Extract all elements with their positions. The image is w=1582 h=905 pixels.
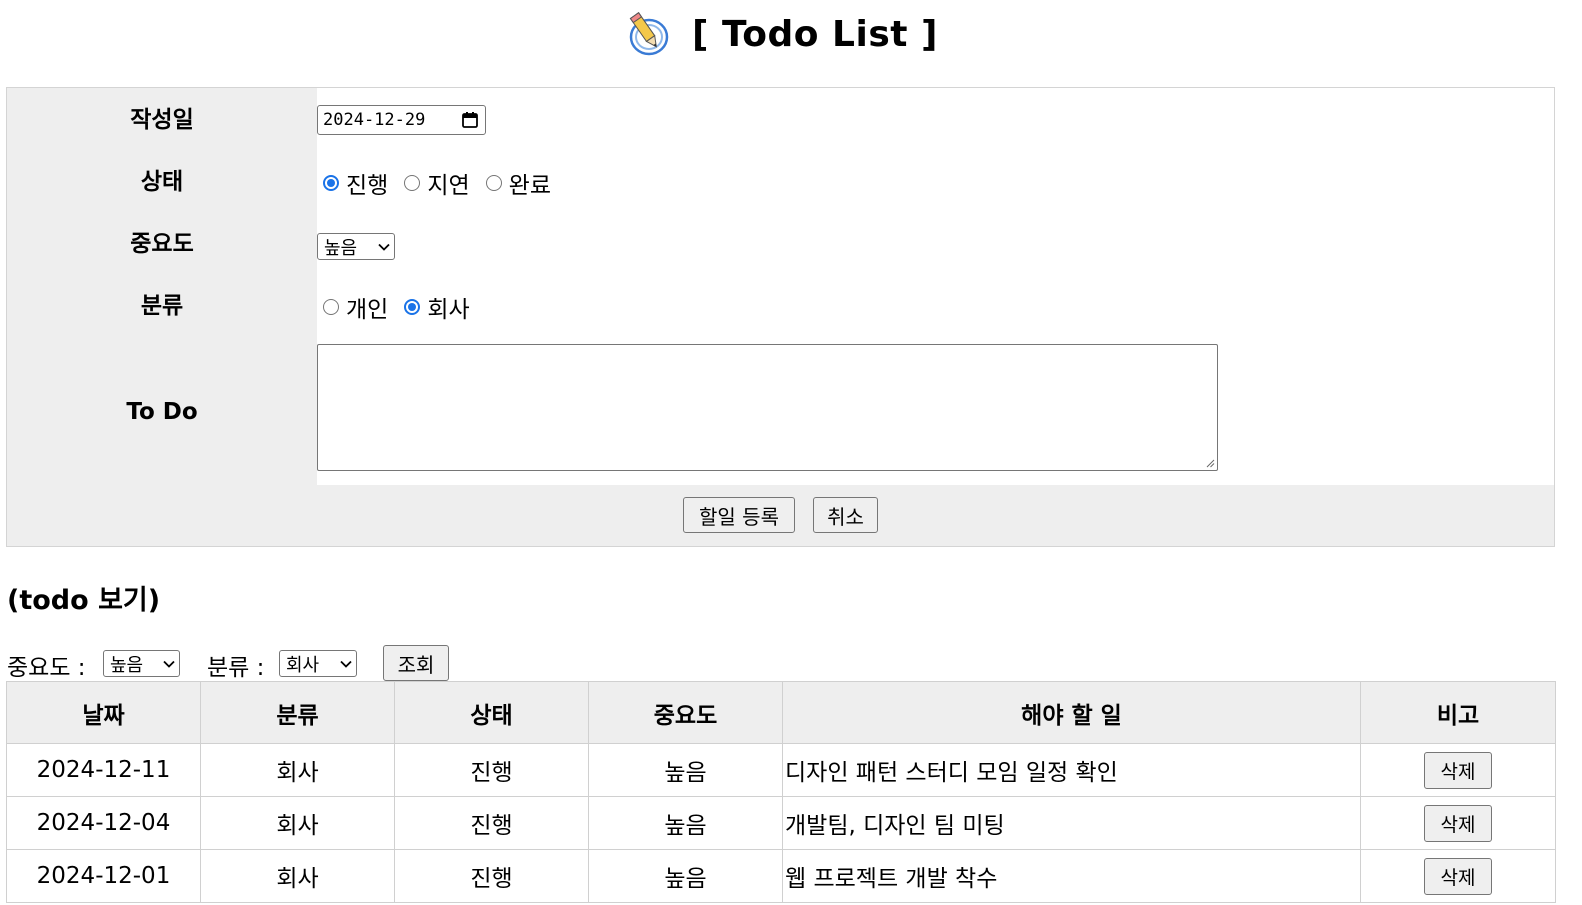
- status-option-label: 진행: [346, 173, 389, 199]
- category-radio-company[interactable]: [404, 299, 421, 315]
- calendar-icon[interactable]: [461, 111, 479, 129]
- register-todo-button[interactable]: 할일 등록: [683, 497, 795, 533]
- importance-select[interactable]: 높음: [317, 233, 395, 260]
- column-header-status: 상태: [394, 681, 589, 744]
- date-label: 작성일: [130, 107, 194, 133]
- category-option-label: 개인: [346, 297, 389, 323]
- cell-status: 진행: [394, 743, 589, 797]
- chevron-down-icon: [378, 243, 390, 251]
- filter-category-select[interactable]: 회사: [279, 650, 357, 677]
- page-header: [ Todo List ]: [0, 6, 1562, 62]
- table-row: 2024-12-11 회사 진행 높음 디자인 패턴 스터디 모임 일정 확인 …: [6, 743, 1556, 797]
- filter-category-label: 분류 :: [207, 655, 265, 681]
- cell-category: 회사: [200, 849, 395, 903]
- category-radio-group: 개인 회사: [323, 290, 486, 324]
- filter-importance-label: 중요도 :: [7, 655, 86, 681]
- cell-category: 회사: [200, 743, 395, 797]
- importance-select-value: 높음: [324, 237, 358, 259]
- todo-form: 작성일 2024-12-29 상태 진행 지연 완료 중요도 높음 분류 개인 …: [6, 87, 1555, 547]
- filter-importance-select[interactable]: 높음: [103, 650, 180, 677]
- category-option-personal[interactable]: 개인: [323, 290, 388, 324]
- column-header-category: 분류: [200, 681, 395, 744]
- category-option-company[interactable]: 회사: [404, 290, 470, 324]
- cell-action: 삭제: [1360, 796, 1556, 850]
- cell-date: 2024-12-01: [6, 849, 201, 903]
- cell-action: 삭제: [1360, 849, 1556, 903]
- status-radio-done[interactable]: [485, 175, 502, 191]
- cancel-button[interactable]: 취소: [813, 497, 878, 533]
- column-header-task: 해야 할 일: [782, 681, 1361, 744]
- chevron-down-icon: [340, 660, 352, 668]
- status-label: 상태: [140, 169, 184, 195]
- page-title: [ Todo List ]: [692, 13, 938, 55]
- cell-task: 개발팀, 디자인 팀 미팅: [782, 796, 1361, 850]
- todo-label: To Do: [126, 399, 198, 425]
- section-title: (todo 보기): [7, 585, 161, 616]
- status-radio-progress[interactable]: [323, 175, 339, 191]
- status-option-done[interactable]: 완료: [485, 166, 551, 200]
- resize-handle-icon[interactable]: [1205, 458, 1215, 468]
- cell-action: 삭제: [1360, 743, 1556, 797]
- filter-category-value: 회사: [286, 654, 320, 676]
- date-input[interactable]: 2024-12-29: [317, 105, 486, 135]
- status-option-progress[interactable]: 진행: [323, 166, 388, 200]
- delete-button[interactable]: 삭제: [1424, 804, 1492, 842]
- delete-button[interactable]: 삭제: [1424, 857, 1492, 895]
- category-radio-personal[interactable]: [323, 299, 339, 315]
- status-option-delayed[interactable]: 지연: [404, 166, 470, 200]
- chevron-down-icon: [163, 660, 175, 668]
- status-option-label: 지연: [427, 173, 470, 199]
- table-row: 2024-12-04 회사 진행 높음 개발팀, 디자인 팀 미팅 삭제: [6, 796, 1556, 850]
- table-row: 2024-12-01 회사 진행 높음 웹 프로젝트 개발 착수 삭제: [6, 849, 1556, 903]
- status-radio-group: 진행 지연 완료: [323, 166, 567, 200]
- cell-status: 진행: [394, 796, 589, 850]
- table-header-row: 날짜 분류 상태 중요도 해야 할 일 비고: [6, 681, 1556, 744]
- cell-date: 2024-12-04: [6, 796, 201, 850]
- todo-textarea[interactable]: [317, 344, 1218, 471]
- importance-label: 중요도: [130, 231, 194, 257]
- cell-importance: 높음: [588, 743, 783, 797]
- cell-status: 진행: [394, 849, 589, 903]
- pencil-icon: [629, 12, 669, 56]
- filter-importance-value: 높음: [110, 654, 144, 676]
- column-header-note: 비고: [1360, 681, 1556, 744]
- date-value: 2024-12-29: [323, 110, 426, 130]
- search-button[interactable]: 조회: [383, 645, 449, 681]
- delete-button[interactable]: 삭제: [1424, 751, 1492, 789]
- cell-task: 웹 프로젝트 개발 착수: [782, 849, 1361, 903]
- cell-importance: 높음: [588, 796, 783, 850]
- cell-importance: 높음: [588, 849, 783, 903]
- cell-category: 회사: [200, 796, 395, 850]
- cell-date: 2024-12-11: [6, 743, 201, 797]
- status-option-label: 완료: [508, 173, 551, 199]
- category-label: 분류: [140, 293, 184, 319]
- status-radio-delayed[interactable]: [404, 175, 421, 191]
- todo-table: 날짜 분류 상태 중요도 해야 할 일 비고 2024-12-11 회사 진행 …: [6, 681, 1556, 903]
- category-option-label: 회사: [427, 297, 470, 323]
- column-header-importance: 중요도: [588, 681, 783, 744]
- cell-task: 디자인 패턴 스터디 모임 일정 확인: [782, 743, 1361, 797]
- column-header-date: 날짜: [6, 681, 201, 744]
